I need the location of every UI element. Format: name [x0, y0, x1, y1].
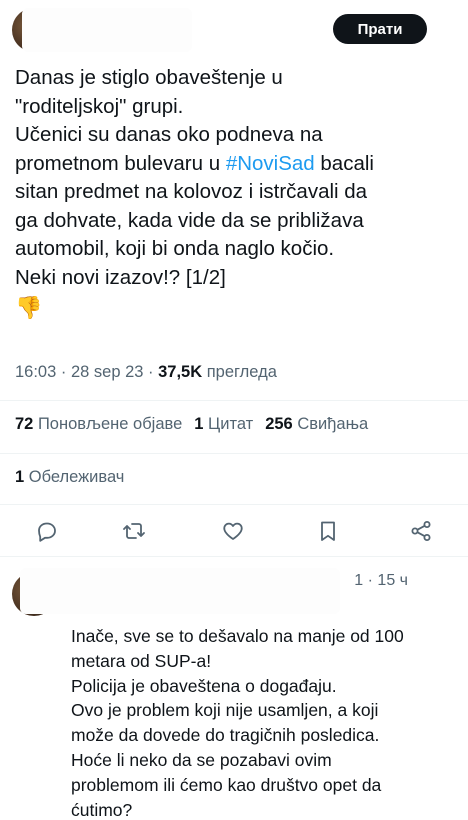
thumbs-down-emoji: 👎: [15, 295, 43, 320]
bookmarks-label: Обележивач: [24, 468, 125, 486]
reply-author-name-redacted: [20, 568, 340, 614]
tweet-line: automobil, koji bi onda naglo kočio.: [15, 237, 335, 260]
action-bar: [0, 510, 468, 552]
bookmarks-stat[interactable]: 1 Обележивач: [15, 468, 124, 487]
reposts-stat[interactable]: 72 Поновљене објаве: [15, 415, 182, 433]
repost-icon[interactable]: [121, 518, 147, 544]
reply-line: Policija je obaveštena o događaju.: [71, 675, 337, 696]
reply-line: metara od SUP-a!: [71, 650, 212, 671]
tweet-line: Neki novi izazov!? [1/2]: [15, 265, 226, 289]
tweet-line: sitan predmet na kolovoz i istrčavali da: [15, 180, 368, 203]
divider: [0, 453, 468, 454]
tweet-line-with-hashtag: prometnom bulevaru u #NoviSad bacali: [15, 150, 460, 179]
tweet-line: Učenici su danas oko podneva na: [15, 123, 323, 146]
share-icon[interactable]: [408, 518, 434, 544]
likes-stat[interactable]: 256 Свиђања: [265, 415, 368, 433]
divider: [0, 400, 468, 401]
tweet-line: "roditeljskoj" grupi.: [15, 94, 184, 118]
likes-label: Свиђања: [292, 415, 369, 433]
bookmark-icon[interactable]: [315, 518, 341, 544]
tweet-line-segment: prometnom bulevaru u: [15, 151, 226, 175]
reposts-label: Поновљене објаве: [33, 415, 183, 433]
reply-timestamp[interactable]: 1 · 15 ч: [354, 572, 408, 590]
tweet-line: ga dohvate, kada vide da se približava: [15, 208, 364, 232]
quotes-stat[interactable]: 1 Цитат: [194, 415, 253, 433]
tweet-text: Danas je stiglo obaveštenje u "roditeljs…: [15, 64, 460, 322]
tweet-line-segment: bacali: [314, 151, 374, 175]
bookmarks-count: 1: [15, 468, 25, 486]
hashtag-link[interactable]: #NoviSad: [226, 152, 315, 175]
likes-count: 256: [265, 415, 293, 433]
reply-line: Hoće li neko da se pozabavi ovim: [71, 749, 332, 770]
reply-icon[interactable]: [34, 518, 60, 544]
tweet-meta: 16:03 · 28 sep 23 · 37,5K прегледа: [15, 363, 277, 382]
engagement-stats: 72 Поновљене објаве 1 Цитат 256 Свиђања: [15, 415, 368, 434]
reposts-count: 72: [15, 415, 34, 433]
divider: [0, 556, 468, 557]
author-name-redacted: [22, 8, 192, 52]
like-icon[interactable]: [220, 518, 246, 544]
reply-line: Inače, sve se to dešavalo na manje od 10…: [71, 626, 404, 646]
views-count: 37,5K: [158, 363, 203, 381]
reply-text: Inače, sve se to dešavalo na manje od 10…: [71, 624, 461, 820]
tweet-timestamp[interactable]: 16:03 · 28 sep 23 ·: [15, 363, 158, 381]
reply-line: ćutimo?: [71, 799, 133, 820]
quotes-label: Цитат: [203, 415, 254, 433]
tweet-line: Danas je stiglo obaveštenje u: [15, 66, 283, 89]
tweet-header: Прати: [0, 0, 468, 62]
reply-line: problemom ili ćemo kao društvo opet da: [71, 774, 382, 795]
follow-button[interactable]: Прати: [333, 14, 427, 44]
reply-line: može da dovede do tragičnih posledica.: [71, 725, 380, 746]
views-label: прегледа: [202, 363, 277, 381]
divider: [0, 504, 468, 505]
reply-line: Ovo je problem koji nije usamljen, a koj…: [71, 700, 379, 721]
